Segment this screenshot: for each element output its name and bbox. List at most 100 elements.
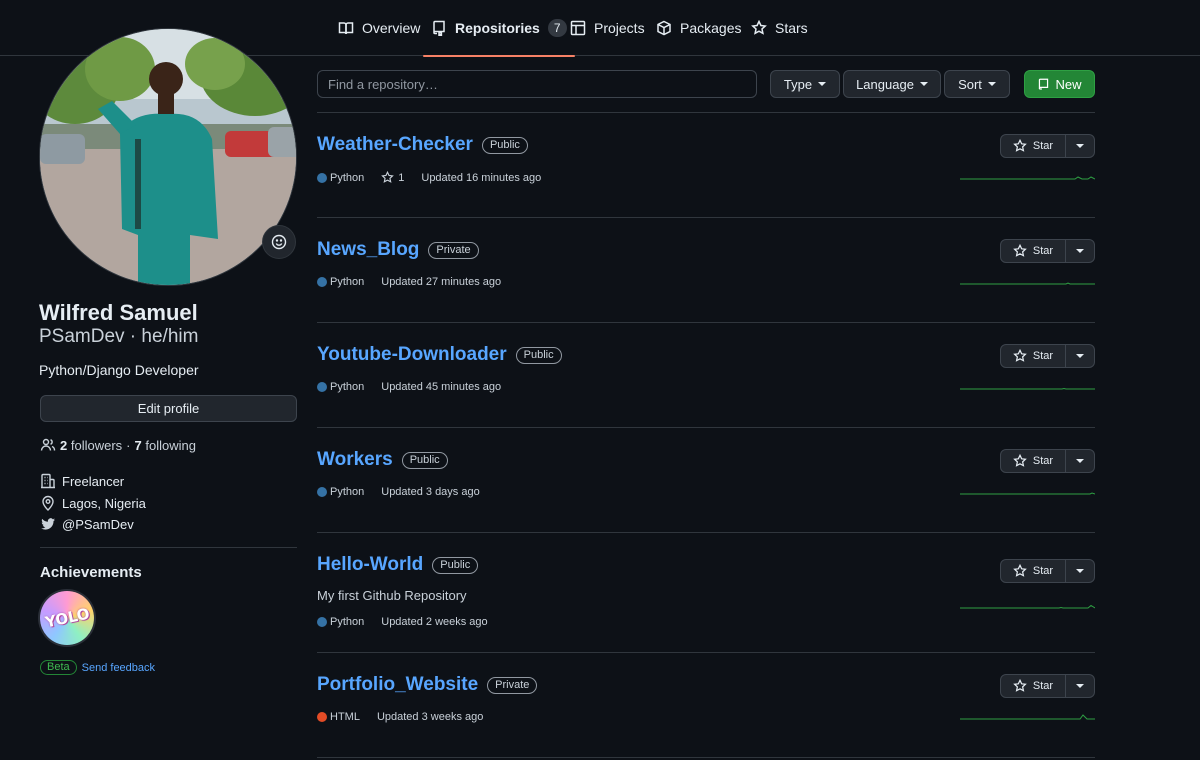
star-list-dropdown[interactable] (1066, 559, 1095, 583)
star-button[interactable]: Star (1000, 449, 1066, 473)
tab-label: Packages (680, 20, 742, 36)
activity-sparkline (960, 487, 1096, 499)
activity-sparkline (960, 712, 1095, 724)
repo-description: My first Github Repository (317, 588, 467, 603)
set-status-button[interactable] (262, 225, 296, 259)
send-feedback-link[interactable]: Send feedback (82, 662, 155, 674)
following-label: following (145, 437, 196, 453)
language-filter-button[interactable]: Language (843, 70, 941, 98)
profile-location: Lagos, Nigeria (40, 495, 146, 511)
avatar[interactable] (39, 28, 297, 286)
stars-count: 1 (398, 171, 405, 184)
repo-updated: Updated 45 minutes ago (381, 381, 502, 393)
star-icon (751, 20, 767, 35)
star-button-group: Star (1000, 134, 1095, 158)
profile-twitter[interactable]: @PSamDev (40, 516, 134, 532)
star-button-group: Star (1000, 239, 1095, 263)
star-label: Star (1032, 350, 1054, 362)
repo-updated: Updated 3 weeks ago (376, 711, 484, 723)
repo-header: Youtube-Downloader Public (317, 344, 562, 366)
star-label: Star (1032, 140, 1054, 152)
language-color-dot (317, 382, 327, 392)
language-color-dot (317, 277, 327, 287)
twitter-icon (41, 518, 55, 530)
find-repository-input[interactable] (317, 70, 757, 98)
language-color-dot (317, 617, 327, 627)
star-label: Star (1032, 455, 1054, 467)
star-list-dropdown[interactable] (1066, 674, 1095, 698)
repo-name-link[interactable]: Portfolio_Website (317, 674, 478, 696)
repo-icon (1039, 78, 1049, 90)
achievement-yolo-badge[interactable]: YOLO (40, 591, 94, 645)
tab-stars[interactable]: Stars (751, 0, 808, 56)
repo-header: Weather-Checker Public (317, 134, 528, 156)
tab-label: Projects (594, 20, 645, 36)
organization-icon (41, 473, 55, 489)
yolo-badge-lettering: YOLO (43, 604, 91, 632)
type-filter-button[interactable]: Type (770, 70, 840, 98)
chevron-down-icon (1076, 684, 1084, 688)
new-repository-button[interactable]: New (1024, 70, 1095, 98)
profile-bio: Python/Django Developer (39, 362, 199, 378)
sidebar-divider (40, 547, 297, 548)
visibility-badge: Public (515, 346, 562, 364)
repo-name-link[interactable]: Weather-Checker (317, 134, 473, 156)
star-list-dropdown[interactable] (1066, 239, 1095, 263)
tab-projects[interactable]: Projects (570, 0, 645, 56)
following-count: 7 (134, 437, 142, 453)
star-button-group: Star (1000, 344, 1095, 368)
star-list-dropdown[interactable] (1066, 134, 1095, 158)
tab-overview[interactable]: Overview (338, 0, 420, 56)
company-text: Freelancer (62, 473, 125, 489)
repo-meta: Python Updated 27 minutes ago (317, 276, 501, 288)
activity-sparkline (960, 277, 1095, 289)
star-icon (1013, 564, 1027, 577)
star-button[interactable]: Star (1000, 674, 1066, 698)
star-label: Star (1032, 565, 1054, 577)
repo-meta: Python Updated 45 minutes ago (317, 381, 501, 393)
repo-header: News_Blog Private (317, 239, 479, 261)
repo-list-item: Youtube-Downloader Public Python Updated… (317, 344, 1095, 444)
repo-language: Python (330, 171, 365, 184)
repo-header: Portfolio_Website Private (317, 674, 538, 696)
tab-repositories[interactable]: Repositories 7 (423, 0, 574, 57)
beta-label: Beta (40, 660, 77, 675)
following-link[interactable]: 7 following (135, 438, 196, 453)
star-list-dropdown[interactable] (1066, 449, 1095, 473)
repo-name-link[interactable]: News_Blog (317, 239, 419, 261)
language-color-dot (317, 487, 327, 497)
repo-name-link[interactable]: Workers (317, 449, 393, 471)
language-filter-label: Language (856, 76, 914, 92)
visibility-badge: Private (428, 241, 479, 259)
edit-profile-button[interactable]: Edit profile (40, 395, 297, 422)
people-icon (40, 438, 56, 451)
repo-language: HTML (330, 711, 360, 723)
twitter-handle: @PSamDev (62, 516, 134, 532)
star-button[interactable]: Star (1000, 134, 1066, 158)
repo-name-link[interactable]: Hello-World (317, 554, 423, 576)
tab-packages[interactable]: Packages (656, 0, 741, 56)
star-button-group: Star (1000, 559, 1095, 583)
chevron-down-icon (987, 82, 996, 86)
visibility-badge: Public (481, 136, 528, 154)
repo-name-link[interactable]: Youtube-Downloader (317, 344, 507, 366)
visibility-badge: Public (401, 451, 448, 469)
repo-meta: HTML Updated 3 weeks ago (317, 711, 483, 723)
star-button[interactable]: Star (1000, 239, 1066, 263)
smiley-icon (271, 234, 287, 250)
follow-separator: · (126, 437, 131, 453)
repo-language: Python (330, 381, 365, 393)
chevron-down-icon (919, 82, 928, 86)
followers-link[interactable]: 2 followers (60, 438, 122, 453)
profile-name: Wilfred Samuel (39, 300, 198, 325)
star-button[interactable]: Star (1000, 559, 1066, 583)
sort-filter-button[interactable]: Sort (944, 70, 1010, 98)
star-list-dropdown[interactable] (1066, 344, 1095, 368)
star-button[interactable]: Star (1000, 344, 1066, 368)
chevron-down-icon (818, 82, 827, 86)
repo-updated: Updated 27 minutes ago (381, 276, 502, 288)
activity-sparkline (960, 382, 1095, 394)
book-icon (338, 22, 354, 35)
stargazers-link[interactable]: 1 (381, 171, 404, 184)
package-icon (657, 20, 671, 36)
